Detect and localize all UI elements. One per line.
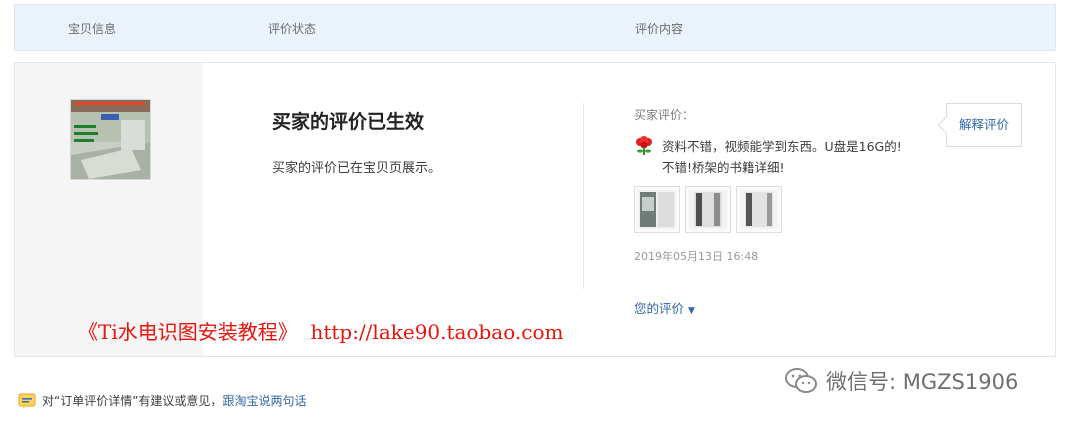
explain-review-button[interactable]: 解释评价: [937, 103, 1022, 147]
review-card: 买家的评价已生效 买家的评价已在宝贝页展示。 买家评价： 资料不错，视频能学到东…: [14, 62, 1056, 357]
table-header: 宝贝信息 评价状态 评价内容: [14, 4, 1056, 51]
flower-icon: [636, 136, 652, 155]
divider: [583, 103, 584, 289]
review-text: 资料不错，视频能学到东西。U盘是16G的!不错!桥架的书籍详细!: [662, 139, 902, 175]
chevron-down-icon: ▼: [688, 306, 695, 316]
pointer-arrow: [937, 116, 955, 134]
your-review-toggle[interactable]: 您的评价 ▼: [634, 298, 695, 317]
product-thumbnail[interactable]: [70, 99, 151, 180]
wechat-watermark: 微信号: MGZS1906: [784, 366, 1018, 396]
watermark-red-text: 《Ti水电识图安装教程》 http://lake90.taobao.com: [78, 320, 564, 344]
feedback-icon: [18, 393, 36, 409]
review-photo[interactable]: [685, 186, 731, 233]
header-review-content: 评价内容: [635, 22, 684, 36]
feedback-prefix: 对“订单评价详情”有建议或意见，: [42, 394, 223, 408]
wechat-icon: [785, 368, 817, 393]
buyer-review-label: 买家评价：: [634, 108, 695, 122]
item-info-pane: [15, 63, 203, 356]
feedback-link[interactable]: 跟淘宝说两句话: [222, 392, 306, 409]
review-timestamp: 2019年05月13日 16:48: [634, 250, 759, 263]
header-item-info: 宝贝信息: [68, 22, 117, 36]
wechat-id-text: 微信号: MGZS1906: [826, 370, 1019, 394]
status-description: 买家的评价已在宝贝页展示。: [272, 161, 442, 176]
header-review-status: 评价状态: [268, 22, 317, 36]
explain-review-label: 解释评价: [958, 117, 1009, 132]
review-photo[interactable]: [634, 186, 680, 233]
review-photo[interactable]: [736, 186, 782, 233]
your-review-label: 您的评价: [634, 301, 685, 316]
feedback-bar: 对“订单评价详情”有建议或意见， 跟淘宝说两句话: [18, 392, 306, 409]
status-title: 买家的评价已生效: [272, 111, 425, 133]
